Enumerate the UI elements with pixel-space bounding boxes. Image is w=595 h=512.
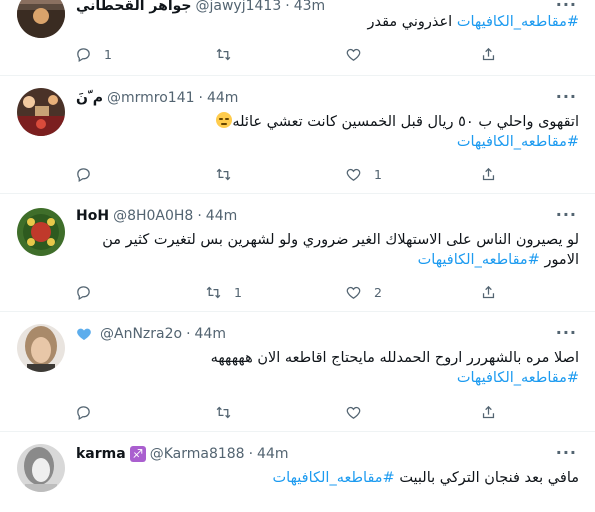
retweet-button[interactable] xyxy=(215,402,244,422)
retweet-button[interactable] xyxy=(215,44,244,64)
tweet-header: karma ♐ @Karma8188 · 44m xyxy=(76,446,288,462)
like-button[interactable]: 2 xyxy=(345,282,382,302)
reply-icon xyxy=(77,285,90,300)
tweet-text-content: اتقهوى واحلي ب ٥٠ ريال قبل الخمسين كانت … xyxy=(232,114,579,130)
share-icon xyxy=(482,285,495,298)
retweet-count: 1 xyxy=(234,284,242,300)
tweet-header: @AnNzra2o · 44m xyxy=(76,326,226,342)
reply-icon xyxy=(77,47,90,62)
reply-button[interactable]: 1 xyxy=(75,44,112,64)
share-button[interactable] xyxy=(480,44,497,64)
retweet-button[interactable]: 1 xyxy=(205,282,242,302)
more-options-icon[interactable]: ··· xyxy=(556,445,577,461)
avatar[interactable] xyxy=(17,324,65,372)
tweet-text-content: مافي بعد فنجان التركي بالبيت xyxy=(399,470,579,486)
tweet-text: مافي بعد فنجان التركي بالبيت #مقاطعه_الك… xyxy=(76,468,579,488)
separator: · xyxy=(198,90,203,106)
reply-button[interactable] xyxy=(75,402,104,422)
retweet-icon xyxy=(216,168,231,180)
tweet-actions: 1 xyxy=(70,44,510,64)
disappointed-face-icon xyxy=(216,112,233,128)
more-options-icon[interactable]: ··· xyxy=(556,0,577,13)
user-handle[interactable]: @8H0A0H8 xyxy=(113,208,193,224)
user-handle[interactable]: @Karma8188 xyxy=(150,446,245,462)
retweet-icon xyxy=(206,286,221,298)
tweet-text: اصلا مره بالشهررر اروح الحمدلله مايحتاج … xyxy=(76,348,579,388)
tweet[interactable]: HoH @8H0A0H8 · 44m ··· لو يصيرون الناس ع… xyxy=(0,194,595,312)
share-icon xyxy=(482,167,495,180)
user-handle[interactable]: @mrmro141 xyxy=(107,90,195,106)
more-options-icon[interactable]: ··· xyxy=(556,207,577,223)
tweet-actions xyxy=(70,402,510,422)
like-count: 2 xyxy=(374,284,382,300)
share-button[interactable] xyxy=(480,402,497,422)
reply-button[interactable] xyxy=(75,282,104,302)
avatar[interactable] xyxy=(17,444,65,492)
avatar[interactable] xyxy=(17,88,65,136)
timestamp[interactable]: 44m xyxy=(207,90,238,106)
tweet[interactable]: @AnNzra2o · 44m ··· اصلا مره بالشهررر ار… xyxy=(0,312,595,432)
tweet-header: م ّنَ @mrmro141 · 44m xyxy=(76,90,238,106)
like-icon xyxy=(346,48,361,61)
tweet-header: HoH @8H0A0H8 · 44m xyxy=(76,208,237,224)
share-icon xyxy=(482,405,495,418)
tweet-text: #مقاطعه_الكافيهات اعذروني مقدر xyxy=(76,12,579,32)
tweet-text-content: اعذروني مقدر xyxy=(367,14,453,30)
tweet-actions: 1 2 xyxy=(70,282,510,302)
reply-icon xyxy=(77,405,90,420)
hashtag-link[interactable]: #مقاطعه_الكافيهات xyxy=(457,14,579,30)
like-icon xyxy=(346,168,361,181)
like-count: 1 xyxy=(374,166,382,182)
like-icon xyxy=(346,406,361,419)
tweet-text: لو يصيرون الناس على الاستهلاك الغير ضرور… xyxy=(76,230,579,270)
hashtag-link[interactable]: #مقاطعه_الكافيهات xyxy=(418,252,540,268)
separator: · xyxy=(186,326,191,342)
tweet[interactable]: جواهر القحطاني @jawyj1413 · 43m ··· #مقا… xyxy=(0,0,595,76)
like-icon xyxy=(346,286,361,299)
separator: · xyxy=(248,446,254,462)
reply-icon xyxy=(77,167,90,182)
more-options-icon[interactable]: ··· xyxy=(556,89,577,105)
timestamp[interactable]: 44m xyxy=(195,326,226,342)
sagittarius-icon: ♐ xyxy=(129,446,146,462)
retweet-button[interactable] xyxy=(215,164,244,184)
retweet-icon xyxy=(216,48,231,60)
user-handle[interactable]: @AnNzra2o xyxy=(100,326,182,342)
reply-count: 1 xyxy=(104,46,112,62)
avatar[interactable] xyxy=(17,208,65,256)
display-name[interactable]: HoH xyxy=(76,208,109,224)
timestamp[interactable]: 44m xyxy=(257,446,288,462)
retweet-icon xyxy=(216,406,231,418)
tweet[interactable]: karma ♐ @Karma8188 · 44m ··· مافي بعد فن… xyxy=(0,432,595,512)
blue-heart-icon xyxy=(77,328,91,340)
separator: · xyxy=(197,208,202,224)
share-button[interactable] xyxy=(480,164,497,184)
share-button[interactable] xyxy=(480,282,497,302)
like-button[interactable] xyxy=(345,44,374,64)
tweet[interactable]: م ّنَ @mrmro141 · 44m ··· اتقهوى واحلي ب… xyxy=(0,76,595,194)
like-button[interactable] xyxy=(345,402,374,422)
timestamp[interactable]: 44m xyxy=(206,208,237,224)
avatar[interactable] xyxy=(17,0,65,38)
hashtag-link[interactable]: #مقاطعه_الكافيهات xyxy=(273,470,395,486)
hashtag-link[interactable]: #مقاطعه_الكافيهات xyxy=(457,370,579,386)
display-name[interactable]: م ّنَ xyxy=(76,90,103,106)
like-button[interactable]: 1 xyxy=(345,164,382,184)
hashtag-link[interactable]: #مقاطعه_الكافيهات xyxy=(457,134,579,150)
display-name[interactable]: karma xyxy=(76,446,126,462)
tweet-actions: 1 xyxy=(70,164,510,184)
share-icon xyxy=(482,47,495,60)
more-options-icon[interactable]: ··· xyxy=(556,325,577,341)
tweet-text-content: اصلا مره بالشهررر اروح الحمدلله مايحتاج … xyxy=(210,350,579,366)
reply-button[interactable] xyxy=(75,164,104,184)
tweet-text: اتقهوى واحلي ب ٥٠ ريال قبل الخمسين كانت … xyxy=(76,112,579,152)
